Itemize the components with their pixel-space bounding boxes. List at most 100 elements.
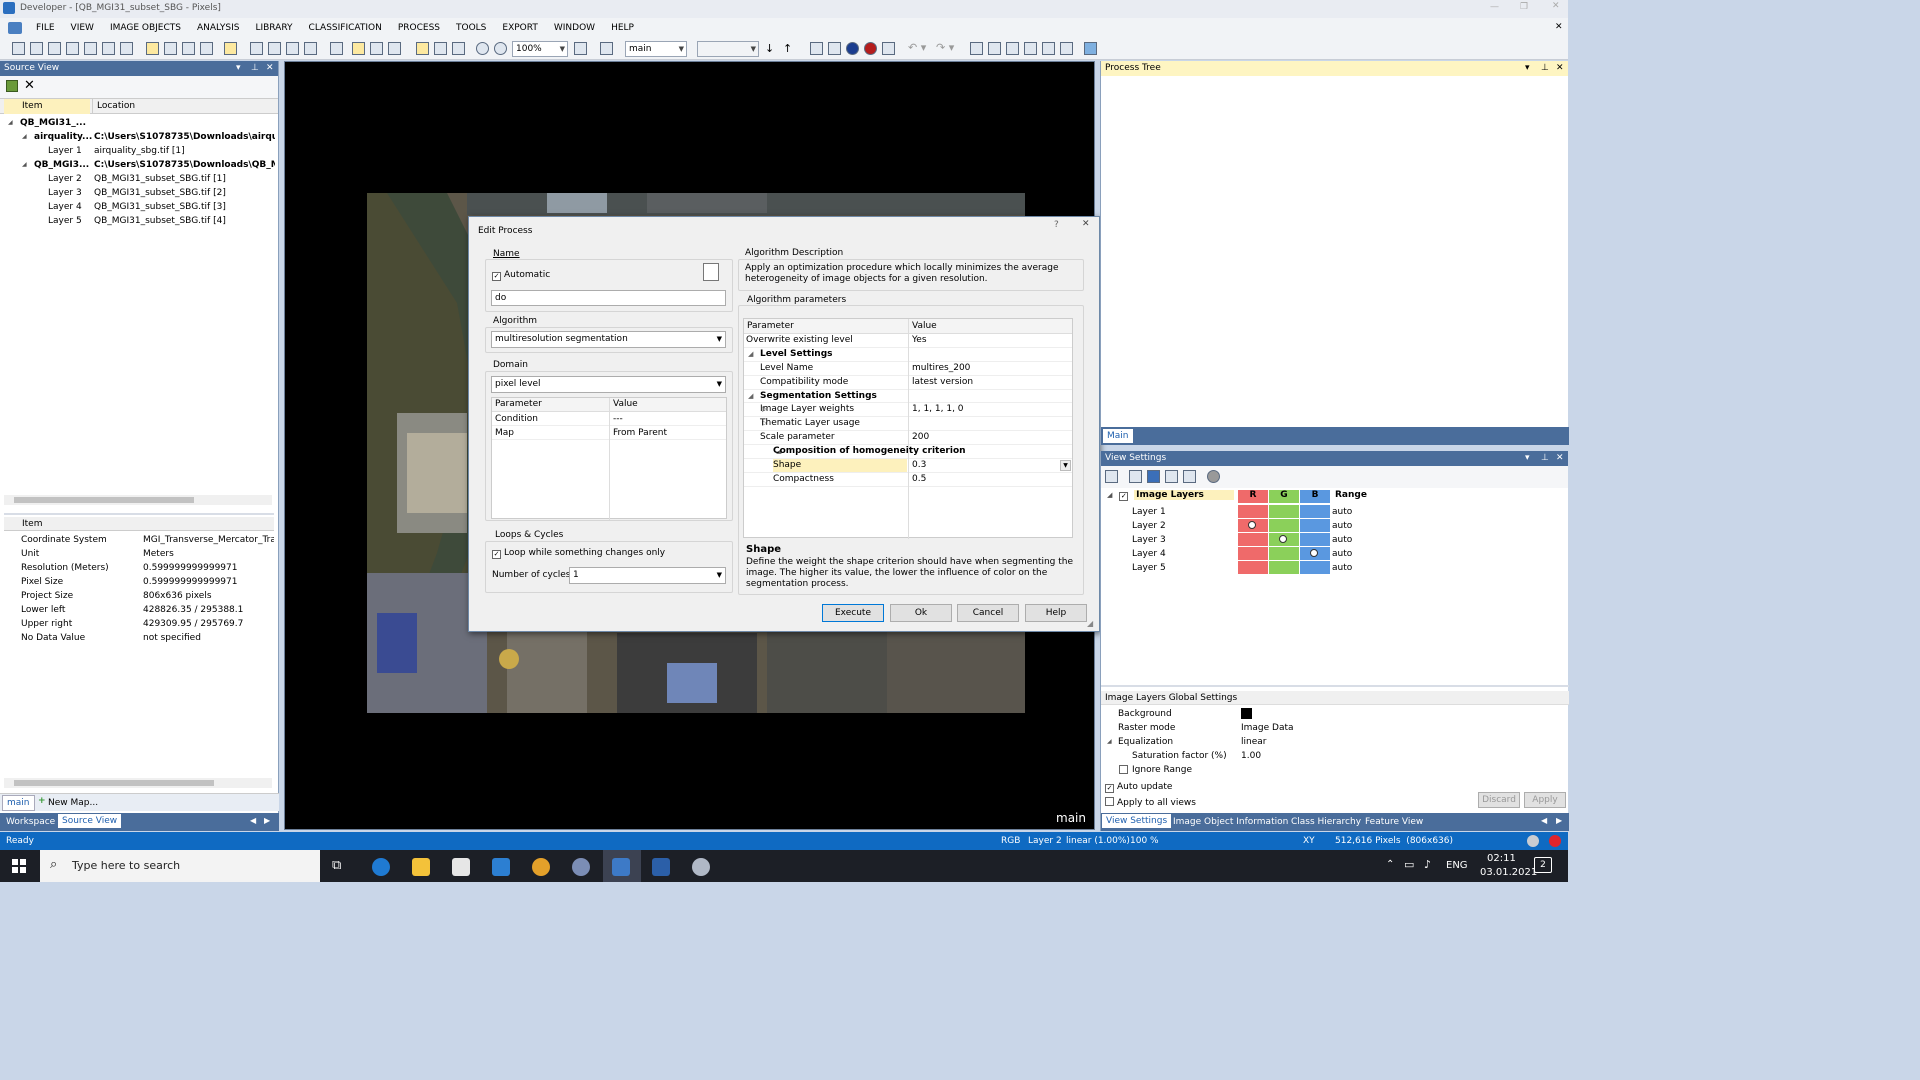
zoom-out-icon[interactable]: [476, 42, 489, 55]
network-icon[interactable]: ▭: [1404, 858, 1414, 871]
tab-class-hierarchy[interactable]: Class Hierarchy: [1287, 815, 1365, 829]
undo-icon[interactable]: ↶ ▾: [908, 41, 926, 54]
tab-main[interactable]: main: [2, 795, 35, 811]
dropdown-icon[interactable]: ▾: [1525, 61, 1530, 76]
image-layers-checkbox[interactable]: ✓: [1119, 492, 1129, 501]
rgb-layer-icon[interactable]: [1147, 470, 1160, 483]
channel-g-cell[interactable]: [1269, 547, 1299, 560]
param-value[interactable]: multires_200: [912, 362, 970, 375]
windows-start-icon[interactable]: [12, 859, 26, 873]
cancel-icon[interactable]: [600, 42, 613, 55]
menu-help[interactable]: HELP: [603, 18, 642, 38]
open-project-icon[interactable]: [30, 42, 43, 55]
select-cursor-icon[interactable]: [416, 42, 429, 55]
channel-b-cell[interactable]: [1300, 533, 1330, 546]
stop-icon[interactable]: [864, 42, 877, 55]
param-value[interactable]: 1, 1, 1, 1, 0: [912, 403, 964, 416]
menu-image-objects[interactable]: IMAGE OBJECTS: [102, 18, 189, 38]
map-combo[interactable]: main ▼: [625, 41, 687, 57]
source-tree-row[interactable]: ◢ QB_MGI31_...: [0, 116, 275, 130]
zoom-fit-icon[interactable]: [574, 42, 587, 55]
cycles-input[interactable]: 1 ▼: [569, 567, 726, 584]
layers-icon[interactable]: [146, 42, 159, 55]
view-layout-3-icon[interactable]: [286, 42, 299, 55]
tab-source-view[interactable]: Source View: [58, 814, 122, 828]
dialog-close-icon[interactable]: ✕: [1082, 219, 1090, 229]
properties-hscroll[interactable]: [4, 778, 272, 788]
resize-grip-icon[interactable]: ◢: [1087, 619, 1093, 628]
manual-edit-icon[interactable]: [988, 42, 1001, 55]
tab-new-map[interactable]: New Map...: [36, 796, 102, 810]
channel-g-cell[interactable]: [1269, 519, 1299, 532]
dropdown-icon[interactable]: ▾: [236, 61, 241, 76]
execute-button[interactable]: Execute: [822, 604, 884, 622]
save-project-icon[interactable]: [48, 42, 61, 55]
scroll-left-icon[interactable]: ◀: [1541, 816, 1547, 825]
word-icon[interactable]: [652, 858, 670, 876]
minimize-button[interactable]: —: [1490, 2, 1499, 12]
global-setting-row[interactable]: Background: [1101, 707, 1569, 721]
ecognition-icon[interactable]: [612, 858, 630, 876]
expand-icon[interactable]: ◢: [8, 116, 13, 130]
menu-tools[interactable]: TOOLS: [448, 18, 494, 38]
zoom-combo[interactable]: 100% ▼: [512, 41, 568, 57]
source-hscroll[interactable]: [4, 495, 272, 505]
mask-icon[interactable]: [1207, 470, 1220, 483]
channel-r-cell[interactable]: [1238, 561, 1268, 574]
close-icon[interactable]: ✕: [1556, 61, 1564, 76]
help-icon[interactable]: ?: [1054, 220, 1059, 230]
background-swatch[interactable]: [1241, 708, 1252, 719]
ruler-icon[interactable]: [1084, 42, 1097, 55]
close-icon[interactable]: ✕: [1556, 451, 1564, 466]
expand-icon[interactable]: ◢: [22, 158, 27, 172]
param-value[interactable]: 0.3: [912, 459, 926, 472]
global-setting-row[interactable]: Raster mode Image Data: [1101, 721, 1569, 735]
taskbar-search[interactable]: ⌕ Type here to search: [40, 850, 320, 882]
save-objects-icon[interactable]: [1024, 42, 1037, 55]
layer-list-icon[interactable]: [1165, 470, 1178, 483]
layer-settings-icon[interactable]: [1183, 470, 1196, 483]
channel-b-cell[interactable]: [1300, 547, 1330, 560]
language-indicator[interactable]: ENG: [1446, 860, 1468, 871]
channel-r-cell[interactable]: [1238, 547, 1268, 560]
redo-icon[interactable]: ↷ ▾: [936, 41, 954, 54]
param-value[interactable]: Yes: [912, 334, 927, 347]
polygon-icon[interactable]: [370, 42, 383, 55]
menu-classification[interactable]: CLASSIFICATION: [301, 18, 390, 38]
menu-window[interactable]: WINDOW: [546, 18, 603, 38]
process-name-input[interactable]: do: [491, 290, 726, 306]
hash-grid-icon[interactable]: [970, 42, 983, 55]
source-tree-row[interactable]: Layer 2 QB_MGI31_subset_SBG.tif [1]: [0, 172, 275, 186]
add-data-icon[interactable]: [6, 80, 18, 92]
chrome-icon[interactable]: [532, 858, 550, 876]
layer-range[interactable]: auto: [1332, 505, 1352, 519]
pin-icon[interactable]: ⊥: [1541, 61, 1549, 76]
expand-icon[interactable]: ◢: [748, 348, 753, 361]
global-setting-row[interactable]: ◢ Equalization linear: [1101, 735, 1569, 749]
file-explorer-icon[interactable]: [412, 858, 430, 876]
gray-layer-icon[interactable]: [1129, 470, 1142, 483]
workspace-tool-icon[interactable]: [120, 42, 133, 55]
split-icon[interactable]: [330, 42, 343, 55]
notifications-icon[interactable]: 2: [1534, 857, 1552, 873]
global-setting-row[interactable]: Ignore Range: [1101, 763, 1569, 777]
info-icon[interactable]: [846, 42, 859, 55]
skeleton-icon[interactable]: [388, 42, 401, 55]
maximize-button[interactable]: ❐: [1520, 2, 1528, 12]
level-down-icon[interactable]: ↓: [765, 42, 774, 55]
global-setting-row[interactable]: Saturation factor (%) 1.00: [1101, 749, 1569, 763]
table-icon[interactable]: [828, 42, 841, 55]
edge-icon[interactable]: [372, 858, 390, 876]
export-icon[interactable]: [1060, 42, 1073, 55]
close-icon[interactable]: ✕: [266, 61, 274, 76]
view-layout-2-icon[interactable]: [268, 42, 281, 55]
save-workspace-icon[interactable]: [102, 42, 115, 55]
expand-icon[interactable]: ◢: [1107, 735, 1112, 749]
window-icon[interactable]: [810, 42, 823, 55]
r-icon[interactable]: [572, 858, 590, 876]
domain-select[interactable]: pixel level ▼: [491, 376, 726, 393]
outline-icon[interactable]: [352, 42, 365, 55]
algorithm-select[interactable]: multiresolution segmentation ▼: [491, 331, 726, 348]
scroll-right-icon[interactable]: ▶: [1556, 816, 1562, 825]
rectangle-select-icon[interactable]: [1006, 42, 1019, 55]
